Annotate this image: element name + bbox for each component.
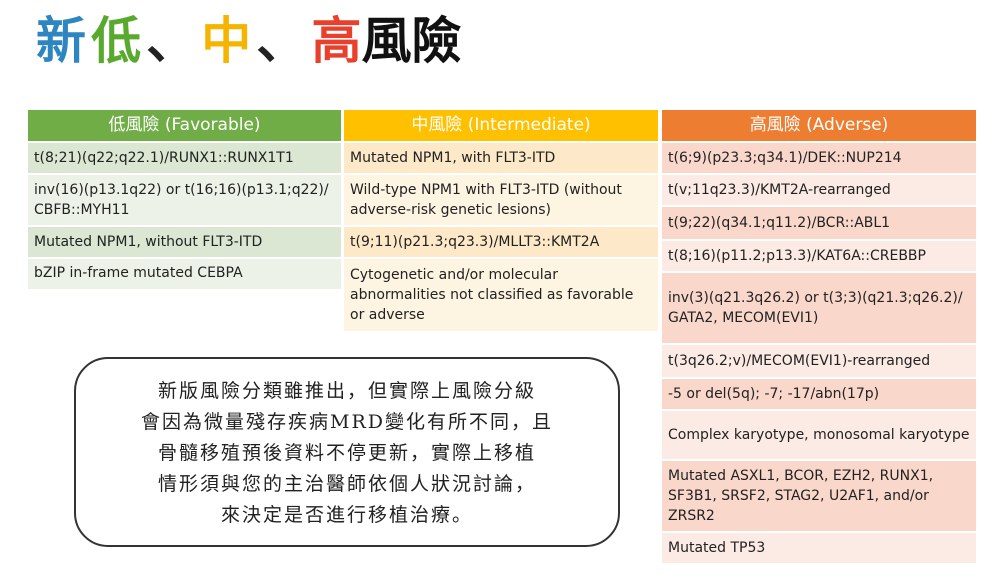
adverse-row: inv(3)(q21.3q26.2) or t(3;3)(q21.3;q26.2…	[662, 271, 976, 343]
adverse-row: Mutated TP53	[662, 531, 976, 563]
adverse-row: t(6;9)(p23.3;q34.1)/DEK::NUP214	[662, 141, 976, 173]
intermediate-row: Mutated NPM1, with FLT3-ITD	[344, 141, 658, 173]
adverse-row: t(9;22)(q34.1;q11.2)/BCR::ABL1	[662, 205, 976, 239]
title-new: 新	[36, 12, 86, 70]
favorable-row: inv(16)(p13.1q22) or t(16;16)(p13.1;q22)…	[28, 173, 341, 225]
title-separator: 、	[256, 12, 307, 70]
adverse-header: 高風險 (Adverse)	[662, 110, 976, 141]
favorable-row: bZIP in-frame mutated CEBPA	[28, 257, 341, 289]
page-title: 新 低 、 中 、 高風險	[36, 6, 461, 76]
intermediate-row: Cytogenetic and/or molecular abnormaliti…	[344, 257, 658, 331]
favorable-header: 低風險 (Favorable)	[28, 110, 341, 141]
adverse-row: Complex karyotype, monosomal karyotype	[662, 409, 976, 459]
note-line: 會因為微量殘存疾病MRD變化有所不同，且	[141, 411, 553, 433]
transplant-note-box: 新版風險分類雖推出，但實際上風險分級 會因為微量殘存疾病MRD變化有所不同，且 …	[74, 357, 620, 547]
note-line: 情形須與您的主治醫師依個人狀況討論，	[157, 473, 536, 495]
title-separator: 、	[146, 12, 197, 70]
favorable-row: Mutated NPM1, without FLT3-ITD	[28, 225, 341, 257]
intermediate-row: t(9;11)(p21.3;q23.3)/MLLT3::KMT2A	[344, 225, 658, 257]
adverse-row: -5 or del(5q); -7; -17/abn(17p)	[662, 377, 976, 409]
title-mid: 中	[201, 12, 252, 70]
adverse-row: Mutated ASXL1, BCOR, EZH2, RUNX1, SF3B1,…	[662, 459, 976, 531]
adverse-row: t(8;16)(p11.2;p13.3)/KAT6A::CREBBP	[662, 239, 976, 271]
favorable-column: 低風險 (Favorable) t(8;21)(q22;q22.1)/RUNX1…	[28, 110, 341, 289]
intermediate-column: 中風險 (Intermediate) Mutated NPM1, with FL…	[344, 110, 658, 331]
title-high: 高	[311, 12, 362, 70]
title-low: 低	[91, 12, 142, 70]
adverse-row: t(v;11q23.3)/KMT2A-rearranged	[662, 173, 976, 205]
favorable-row: t(8;21)(q22;q22.1)/RUNX1::RUNX1T1	[28, 141, 341, 173]
note-line: 來決定是否進行移植治療。	[220, 504, 473, 526]
intermediate-row: Wild-type NPM1 with FLT3-ITD (without ad…	[344, 173, 658, 225]
adverse-column: 高風險 (Adverse) t(6;9)(p23.3;q34.1)/DEK::N…	[662, 110, 976, 563]
adverse-row: t(3q26.2;v)/MECOM(EVI1)-rearranged	[662, 343, 976, 377]
note-line: 骨髓移殖預後資料不停更新，實際上移植	[157, 442, 536, 464]
title-risk: 風險	[361, 12, 462, 70]
intermediate-header: 中風險 (Intermediate)	[344, 110, 658, 141]
note-line: 新版風險分類雖推出，但實際上風險分級	[157, 380, 536, 402]
